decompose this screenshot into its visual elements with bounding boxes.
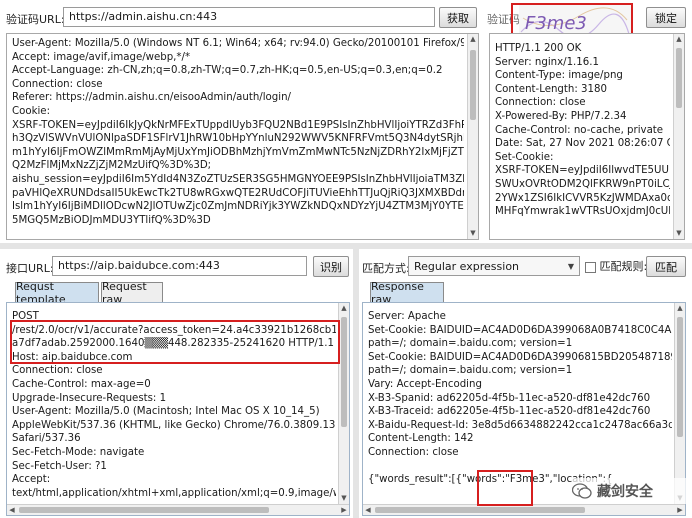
text-line: Vary: Accept-Encoding xyxy=(368,378,482,390)
match-mode-select[interactable]: Regular expression ▼ xyxy=(408,256,580,276)
text-line: Q2MzFlMjMxNzZjZjM2MzUifQ%3D%3D; xyxy=(12,160,212,172)
text-line: Connection: close xyxy=(495,97,586,109)
text-line: Cache-Control: max-age=0 xyxy=(12,378,151,390)
text-line: X-B3-Spanid: ad62205d-4f5b-11ec-a520-df8… xyxy=(368,392,651,404)
vertical-splitter[interactable] xyxy=(353,249,359,518)
scroll-thumb[interactable] xyxy=(676,48,682,108)
text-line: Referer: https://admin.aishu.cn/eisooAdm… xyxy=(12,92,291,104)
text-line: paVHlQeXRUNDdsaII5UkEwcTk2TU8wRGxwQTE2RU… xyxy=(12,187,464,199)
response-raw-scrollbar[interactable]: ▲ ▼ xyxy=(674,303,685,504)
match-rule-checkbox-wrap[interactable]: 匹配规则: xyxy=(585,258,647,274)
text-line: AppleWebKit/537.36 (KHTML, like Gecko) C… xyxy=(12,419,336,431)
text-line: X-Baidu-Request-Id: 3e8d5d6634882242cca1… xyxy=(368,419,672,431)
text-line: Accept-Language: zh-CN,zh;q=0.8,zh-TW;q=… xyxy=(12,65,443,77)
text-line: Content-Type: image/png xyxy=(495,70,623,82)
text-line: path=/; domain=.baidu.com; version=1 xyxy=(368,338,573,350)
scroll-up-icon[interactable]: ▲ xyxy=(339,303,349,314)
scroll-left-icon[interactable]: ◀ xyxy=(7,505,17,515)
text-line: h3QzVlSWVnVUlONlpaSDF1SFlrV1JhRW10bHpYYn… xyxy=(12,133,464,145)
identify-button[interactable]: 识别 xyxy=(313,256,349,277)
text-line: User-Agent: Mozilla/5.0 (Macintosh; Inte… xyxy=(12,406,320,418)
text-line: Accept: image/avif,image/webp,*/* xyxy=(12,51,191,63)
text-line: Upgrade-Insecure-Requests: 1 xyxy=(12,392,167,404)
watermark-text: 藏剑安全 xyxy=(597,484,653,500)
scroll-up-icon[interactable]: ▲ xyxy=(675,303,685,314)
text-line: HTTP/1.1 200 OK xyxy=(495,43,582,54)
text-line: Connection: close xyxy=(12,365,103,377)
text-line: Cache-Control: no-cache, private xyxy=(495,124,664,136)
match-button[interactable]: 匹配 xyxy=(646,256,686,277)
captcha-request-text: User-Agent: Mozilla/5.0 (Windows NT 6.1;… xyxy=(7,34,478,227)
watermark: 藏剑安全 xyxy=(572,478,688,504)
scroll-thumb[interactable] xyxy=(341,317,347,427)
scroll-right-icon[interactable]: ▶ xyxy=(339,505,349,515)
tab-response-raw[interactable]: Response raw xyxy=(370,280,444,306)
text-line: Set-Cookie: xyxy=(495,151,554,163)
captcha-response-panel[interactable]: HTTP/1.1 200 OK Server: nginx/1.16.1 Conte… xyxy=(489,33,685,240)
tab-request-template[interactable]: Requst template xyxy=(15,280,99,306)
request-template-hscrollbar[interactable]: ◀ ▶ xyxy=(7,504,349,515)
text-line: Sec-Fetch-Mode: navigate xyxy=(12,446,145,458)
response-raw-text: Server: Apache Set-Cookie: BAIDUID=AC4AD0… xyxy=(363,303,685,487)
text-line: Set-Cookie: BAIDUID=AC4AD0D6DA399068A0B7… xyxy=(368,324,672,336)
text-line: Islm1hYyI6IjBiMDllODcwN2JlOTUwZjc0ZmJmND… xyxy=(12,201,464,213)
match-mode-label: 匹配方式: xyxy=(362,262,410,275)
scroll-thumb[interactable] xyxy=(375,507,585,513)
api-url-input[interactable]: https://aip.baidubce.com:443 xyxy=(52,256,307,276)
text-line: Server: nginx/1.16.1 xyxy=(495,56,599,68)
wechat-icon xyxy=(572,483,592,499)
tab-request-raw[interactable]: Request raw xyxy=(101,280,163,306)
text-line: Date: Sat, 27 Nov 2021 08:26:07 GMT xyxy=(495,138,670,150)
text-line: Cookie: xyxy=(12,105,51,117)
text-line: Safari/537.36 xyxy=(12,433,81,445)
captcha-response-text: HTTP/1.1 200 OK Server: nginx/1.16.1 Conte… xyxy=(490,34,684,219)
captcha-request-panel[interactable]: User-Agent: Mozilla/5.0 (Windows NT 6.1;… xyxy=(6,33,479,240)
text-line: Accept: xyxy=(12,474,51,486)
text-line: m1hYyI6IjFmOWZlMmRmMjAyMjUxYmJiODBhMzhjY… xyxy=(12,146,464,158)
text-line: 5MGQ5MzBiODJmMDU3YTlifQ%3D%3D xyxy=(12,214,211,226)
scroll-right-icon[interactable]: ▶ xyxy=(675,505,685,515)
scroll-thumb[interactable] xyxy=(19,507,269,513)
match-rule-checkbox[interactable] xyxy=(585,261,596,273)
scroll-up-icon[interactable]: ▲ xyxy=(468,34,478,45)
text-line: Connection: close xyxy=(368,446,459,458)
text-line: 2YWx1ZSI6IkICVVR5KzJWMDAxa0dr xyxy=(495,192,670,204)
match-mode-value: Regular expression xyxy=(414,259,520,273)
scroll-left-icon[interactable]: ◀ xyxy=(363,505,373,515)
scroll-thumb[interactable] xyxy=(677,317,683,437)
access-token-highlight xyxy=(10,320,340,364)
scroll-down-icon[interactable]: ▼ xyxy=(674,228,684,239)
text-line: Set-Cookie: BAIDUID=AC4AD0D6DA39906815BD… xyxy=(368,351,672,363)
fetch-captcha-button[interactable]: 获取 xyxy=(439,7,477,28)
scroll-down-icon[interactable]: ▼ xyxy=(468,228,478,239)
scroll-down-icon[interactable]: ▼ xyxy=(339,493,349,504)
scroll-thumb[interactable] xyxy=(470,50,476,120)
text-line: SWUxOVRtODM2QlFKRW9nPT0iLCJ xyxy=(495,178,670,190)
text-line: text/html,application/xhtml+xml,applicat… xyxy=(12,487,336,499)
text-line: MHFqYmwrak1wVTRsUOxjdmJ0cUlH xyxy=(495,206,670,218)
text-line: User-Agent: Mozilla/5.0 (Windows NT 6.1;… xyxy=(12,38,464,49)
text-line: Connection: close xyxy=(12,78,103,90)
captcha-url-input[interactable]: https://admin.aishu.cn:443 xyxy=(63,7,435,27)
text-line: X-B3-Traceid: ad62205e-4f5b-11ec-a520-df… xyxy=(368,406,651,418)
text-line: Server: Apache xyxy=(368,311,446,322)
text-line: Content-Length: 142 xyxy=(368,433,474,445)
captcha-response-scrollbar[interactable]: ▲ ▼ xyxy=(673,34,684,239)
text-line: X-Powered-By: PHP/7.2.34 xyxy=(495,110,627,122)
lock-button[interactable]: 锁定 xyxy=(646,7,686,28)
captcha-url-label: 验证码URL: xyxy=(6,13,65,26)
scroll-up-icon[interactable]: ▲ xyxy=(674,34,684,45)
match-rule-label: 匹配规则: xyxy=(599,260,648,273)
result-highlight xyxy=(477,470,533,506)
text-line: XSRF-TOKEN=eyJpdiI6IlwvdTE5UU1H xyxy=(495,165,670,177)
text-line: Sec-Fetch-User: ?1 xyxy=(12,460,107,472)
chevron-down-icon: ▼ xyxy=(567,261,574,271)
text-line: path=/; domain=.baidu.com; version=1 xyxy=(368,365,573,377)
horizontal-splitter[interactable] xyxy=(0,243,692,249)
captcha-request-scrollbar[interactable]: ▲ ▼ xyxy=(467,34,478,239)
api-url-label: 接口URL: xyxy=(6,262,54,275)
text-line: XSRF-TOKEN=eyJpdiI6IkJyQkNrMFExTUppdlUyb… xyxy=(12,119,464,131)
text-line: Content-Length: 3180 xyxy=(495,83,607,95)
text-line: aishu_session=eyJpdiI6Im5YdId4N3ZoZTUzSE… xyxy=(12,173,464,185)
